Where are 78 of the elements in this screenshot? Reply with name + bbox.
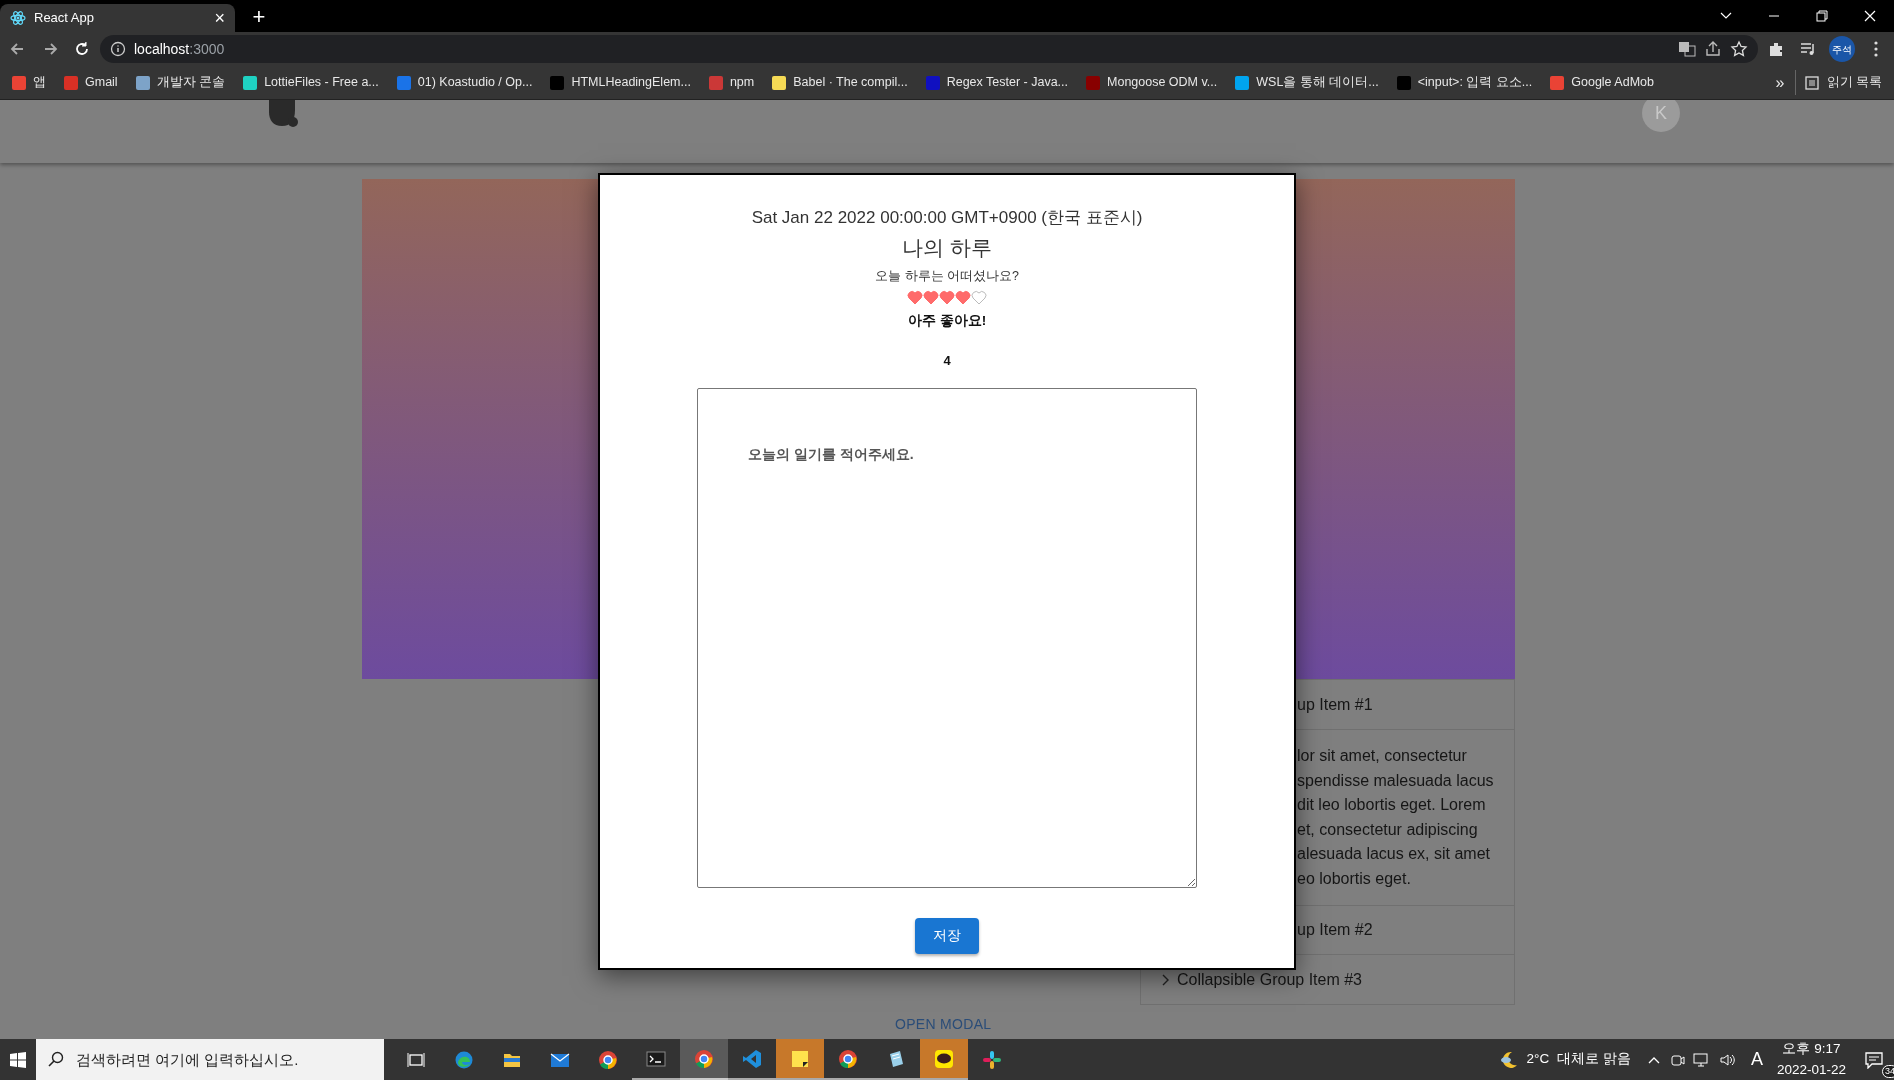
bookmark[interactable]: Regex Tester - Java... <box>917 70 1076 95</box>
browser-tab[interactable]: React App × <box>0 4 235 32</box>
bookmark[interactable]: Google AdMob <box>1542 70 1662 95</box>
terminal-icon <box>646 1048 666 1069</box>
body-text: alesuada lacus ex, sit amet <box>1297 844 1491 864</box>
more-bookmarks-button[interactable]: » <box>1767 67 1793 98</box>
info-icon <box>110 41 126 57</box>
share-icon[interactable] <box>1704 40 1722 58</box>
bookmark[interactable]: Babel · The compil... <box>764 70 916 95</box>
reading-list-button[interactable]: 읽기 목록 <box>1794 70 1890 95</box>
list-icon <box>1803 74 1820 91</box>
chrome-icon <box>694 1048 714 1069</box>
tab-title: React App <box>34 9 95 28</box>
menu-icon[interactable] <box>1873 40 1879 58</box>
body-text: lor sit amet, consectetur <box>1297 746 1468 766</box>
taskbar-app[interactable] <box>920 1039 968 1080</box>
edge-icon <box>454 1049 474 1070</box>
save-button[interactable]: 저장 <box>915 917 979 954</box>
search-field[interactable]: 검색하려면 여기에 입력하십시오. <box>36 1039 384 1080</box>
bookmark[interactable]: 01) Koastudio / Op... <box>388 70 541 95</box>
code-editor-icon <box>742 1048 762 1069</box>
search-icon <box>48 1051 64 1067</box>
network-icon[interactable] <box>1692 1051 1711 1068</box>
moon-icon <box>1498 1049 1519 1070</box>
chrome-icon <box>838 1048 858 1069</box>
heart-rating[interactable] <box>907 289 987 305</box>
heart-icon[interactable] <box>955 289 971 305</box>
weather-text: 대체로 맑음 <box>1557 1050 1631 1069</box>
heart-icon[interactable] <box>907 289 923 305</box>
heart-icon[interactable] <box>939 289 955 305</box>
bookmark[interactable]: LottieFiles - Free a... <box>235 70 387 95</box>
volume-icon[interactable] <box>1718 1051 1737 1068</box>
diary-field[interactable]: 오늘의 일기를 적어주세요. <box>697 387 1197 888</box>
body-text: dit leo lobortis eget. Lorem <box>1297 795 1487 815</box>
media-icon[interactable] <box>1799 40 1817 58</box>
address-bar[interactable]: localhost:3000 <box>100 35 1758 63</box>
body-text: et, consectetur adipiscing <box>1297 819 1479 840</box>
time-text: 오후 9:17 <box>1782 1040 1841 1059</box>
modal-title: 나의 하루 <box>902 234 992 261</box>
address-host: localhost <box>134 40 190 57</box>
bookmark[interactable]: WSL을 통해 데이터... <box>1227 70 1387 95</box>
translate-icon[interactable] <box>1678 40 1696 58</box>
rating-value: 4 <box>943 352 951 370</box>
slack-icon <box>982 1049 1002 1070</box>
star-icon[interactable] <box>1730 40 1748 58</box>
chrome-icon <box>598 1049 618 1070</box>
heart-icon[interactable] <box>923 289 939 305</box>
windows-icon[interactable] <box>10 1051 26 1068</box>
tab-close-button[interactable]: × <box>214 4 225 32</box>
bookmark[interactable]: npm <box>700 70 763 95</box>
bookmark[interactable]: <input>: 입력 요소... <box>1388 70 1541 95</box>
atom-icon <box>10 10 26 26</box>
new-tab-button[interactable]: + <box>235 0 283 32</box>
bookmark[interactable]: Gmail <box>56 70 126 95</box>
puzzle-icon[interactable] <box>1767 40 1785 58</box>
date-text: Sat Jan 22 2022 00:00:00 GMT+0900 (한국 표준시) <box>751 207 1143 229</box>
body-text: eo lobortis eget. <box>1297 868 1412 889</box>
bookmark[interactable]: 앱 <box>4 70 54 95</box>
notification-count: 34 <box>1882 1065 1894 1078</box>
restore-icon[interactable] <box>1814 8 1830 24</box>
bookmark[interactable]: 개발자 콘솔 <box>127 70 234 95</box>
chat-icon <box>934 1048 954 1069</box>
note-icon <box>790 1048 810 1069</box>
notification-icon[interactable] <box>1865 1050 1883 1069</box>
temperature-text: 2°C <box>1526 1050 1550 1069</box>
body-text: spendisse malesuada lacus <box>1297 770 1495 791</box>
rating-label: 아주 좋아요! <box>907 311 987 330</box>
chevron-icon <box>1161 972 1171 987</box>
ime-indicator[interactable]: A <box>1750 1046 1763 1073</box>
date-text: 2022-01-22 <box>1776 1060 1846 1079</box>
profile-avatar[interactable]: 주석 <box>1829 36 1855 62</box>
bookmark[interactable]: HTMLHeadingElem... <box>542 70 699 95</box>
bookmark[interactable]: Mongoose ODM v... <box>1078 70 1226 95</box>
question-text: 오늘 하루는 어떠셨나요? <box>875 268 1019 285</box>
weather-widget[interactable]: 2°C 대체로 맑음 <box>1498 1049 1631 1070</box>
close-icon[interactable] <box>1862 8 1878 24</box>
clock[interactable]: 오후 9:17 2022-01-22 <box>1776 1039 1846 1080</box>
address-port: :3000 <box>189 40 225 57</box>
